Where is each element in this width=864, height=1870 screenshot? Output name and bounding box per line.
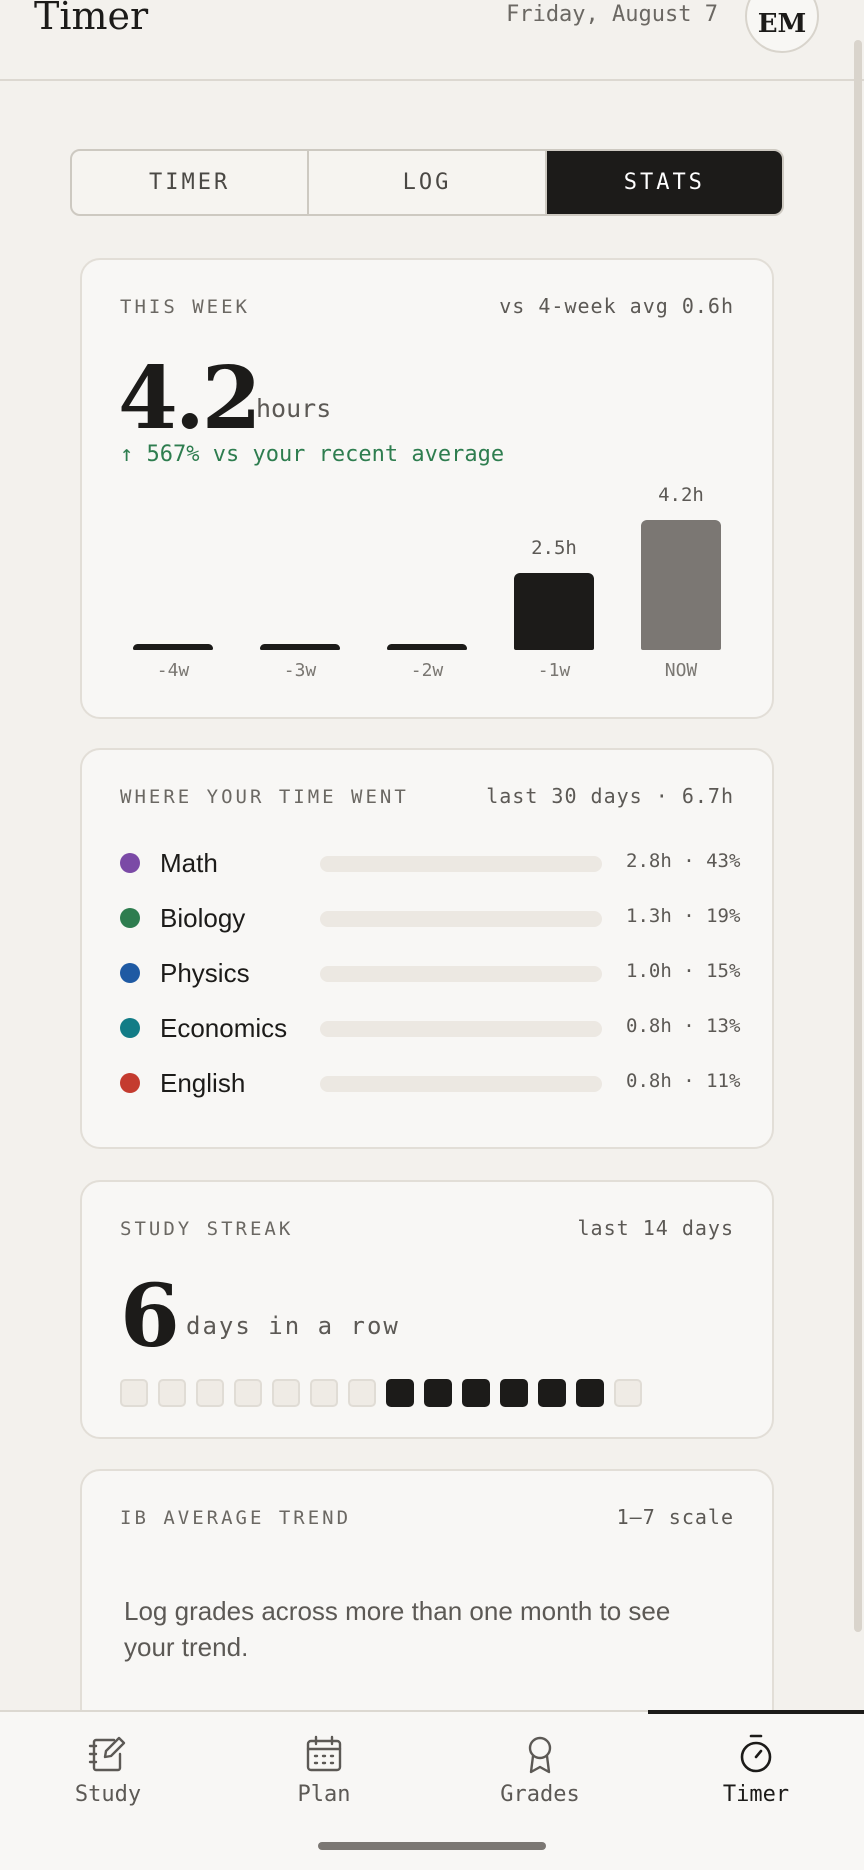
card-meta: last 30 days · 6.7h [486, 784, 734, 808]
card-label: IB AVERAGE TREND [120, 1507, 352, 1529]
card-label: STUDY STREAK [120, 1218, 294, 1240]
where-time-went-card: WHERE YOUR TIME WENT last 30 days · 6.7h… [80, 748, 774, 1149]
nav-item-grades[interactable]: Grades [432, 1732, 648, 1832]
streak-day-empty [310, 1379, 338, 1407]
streak-day-studied [462, 1379, 490, 1407]
subject-bar-track [320, 911, 602, 927]
subject-row-biology: Biology 1.3h · 19% [120, 897, 760, 937]
subject-bar-track [320, 1021, 602, 1037]
streak-value: 6 [120, 1266, 180, 1367]
subject-stat: 1.0h · 15% [626, 960, 741, 982]
nav-item-study[interactable]: Study [0, 1732, 216, 1832]
streak-unit: days in a row [186, 1312, 400, 1340]
chart-bar [387, 644, 467, 650]
streak-day-empty [272, 1379, 300, 1407]
subject-color-dot [120, 853, 140, 873]
card-meta: 1–7 scale [616, 1505, 734, 1529]
subject-stat: 0.8h · 11% [626, 1070, 741, 1092]
subject-stat: 0.8h · 13% [626, 1015, 741, 1037]
card-label: WHERE YOUR TIME WENT [120, 786, 409, 808]
study-streak-card: STUDY STREAK last 14 days 6 days in a ro… [80, 1180, 774, 1439]
chart-bar [641, 520, 721, 650]
nav-item-plan[interactable]: Plan [216, 1732, 432, 1832]
streak-day-empty [196, 1379, 224, 1407]
subject-bar-track [320, 1076, 602, 1092]
calendar-icon [306, 1735, 342, 1772]
subject-bar-track [320, 966, 602, 982]
chart-category-label: -4w [156, 660, 190, 681]
chart-value-label: 4.2h [658, 484, 704, 506]
streak-day-empty [614, 1379, 642, 1407]
chart-bar [133, 644, 213, 650]
view-tabs: TIMER LOG STATS [70, 149, 784, 216]
streak-day-studied [576, 1379, 604, 1407]
chart-bar [514, 572, 594, 650]
app-header: Timer Friday, August 7 EM [0, 0, 864, 81]
page-title: Timer [34, 0, 149, 38]
streak-day-grid [120, 1379, 642, 1407]
this-week-card: THIS WEEK vs 4-week avg 0.6h 4.2 hours ↑… [80, 258, 774, 719]
chart-category-label: -2w [410, 660, 444, 681]
subject-row-physics: Physics 1.0h · 15% [120, 952, 760, 992]
subject-name: Biology [160, 903, 246, 933]
streak-day-empty [158, 1379, 186, 1407]
subject-bar-track [320, 856, 602, 872]
weekly-bar-chart: -4w -3w -2w 2.5h -1w 4.2h NOW [82, 260, 776, 721]
streak-day-studied [424, 1379, 452, 1407]
subject-row-english: English 0.8h · 11% [120, 1062, 760, 1102]
nav-label: Timer [722, 1782, 790, 1807]
home-indicator [318, 1842, 546, 1850]
avatar[interactable]: EM [745, 0, 819, 53]
streak-day-studied [386, 1379, 414, 1407]
scrollbar[interactable] [854, 40, 862, 1632]
subject-row-economics: Economics 0.8h · 13% [120, 1007, 760, 1047]
chart-category-label: NOW [664, 660, 698, 681]
subject-color-dot [120, 1018, 140, 1038]
subject-name: Physics [160, 958, 250, 988]
subject-color-dot [120, 963, 140, 983]
nav-label: Grades [500, 1782, 580, 1807]
subject-color-dot [120, 1073, 140, 1093]
subject-name: Math [160, 848, 218, 878]
nav-label: Study [74, 1782, 142, 1807]
current-date: Friday, August 7 [506, 2, 718, 27]
chart-bar [260, 644, 340, 650]
subject-name: English [160, 1068, 246, 1098]
subject-color-dot [120, 908, 140, 928]
notebook-pencil-icon [88, 1736, 126, 1772]
empty-state-message: Log grades across more than one month to… [124, 1596, 671, 1662]
streak-day-empty [234, 1379, 262, 1407]
streak-day-empty [348, 1379, 376, 1407]
chart-category-label: -3w [283, 660, 317, 681]
chart-category-label: -1w [537, 660, 571, 681]
streak-day-empty [120, 1379, 148, 1407]
streak-day-studied [538, 1379, 566, 1407]
active-tab-indicator [648, 1710, 864, 1714]
tab-log[interactable]: LOG [309, 151, 547, 214]
ib-average-trend-card: IB AVERAGE TREND 1–7 scale Log grades ac… [80, 1469, 774, 1729]
tab-stats[interactable]: STATS [546, 151, 782, 214]
card-meta: last 14 days [577, 1216, 734, 1240]
subject-row-math: Math 2.8h · 43% [120, 842, 760, 882]
streak-day-studied [500, 1379, 528, 1407]
subject-name: Economics [160, 1013, 288, 1043]
award-ribbon-icon [528, 1736, 552, 1774]
nav-item-timer[interactable]: Timer [648, 1732, 864, 1832]
subject-stat: 1.3h · 19% [626, 905, 741, 927]
chart-value-label: 2.5h [531, 536, 577, 559]
tab-timer[interactable]: TIMER [72, 151, 310, 214]
subject-stat: 2.8h · 43% [626, 850, 741, 872]
stopwatch-icon [740, 1734, 772, 1773]
nav-label: Plan [297, 1782, 351, 1807]
